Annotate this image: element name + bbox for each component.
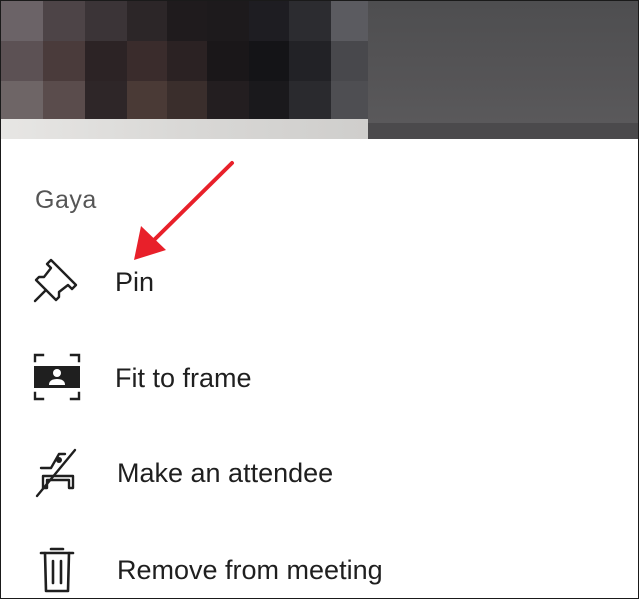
remove-from-meeting-menu-item[interactable]: Remove from meeting — [1, 529, 638, 598]
participant-video-tile[interactable] — [1, 1, 368, 139]
participant-name: Gaya — [35, 186, 97, 214]
secondary-video-tile[interactable] — [368, 1, 638, 123]
remove-from-meeting-label: Remove from meeting — [117, 555, 383, 585]
pin-menu-item[interactable]: Pin — [1, 241, 638, 321]
trash-icon — [39, 547, 75, 593]
make-attendee-label: Make an attendee — [117, 458, 334, 488]
pin-icon — [33, 258, 78, 303]
make-attendee-icon — [35, 448, 77, 498]
make-attendee-menu-item[interactable]: Make an attendee — [1, 432, 638, 512]
video-strip — [1, 1, 638, 139]
fit-to-frame-icon — [33, 353, 81, 401]
pin-label: Pin — [115, 267, 155, 297]
tile-name-bar — [1, 119, 368, 139]
fit-to-frame-menu-item[interactable]: Fit to frame — [1, 337, 638, 417]
fit-to-frame-label: Fit to frame — [115, 363, 252, 393]
screenshot-frame: Gaya Pin Fit to frame Make an attendee R… — [0, 0, 639, 599]
